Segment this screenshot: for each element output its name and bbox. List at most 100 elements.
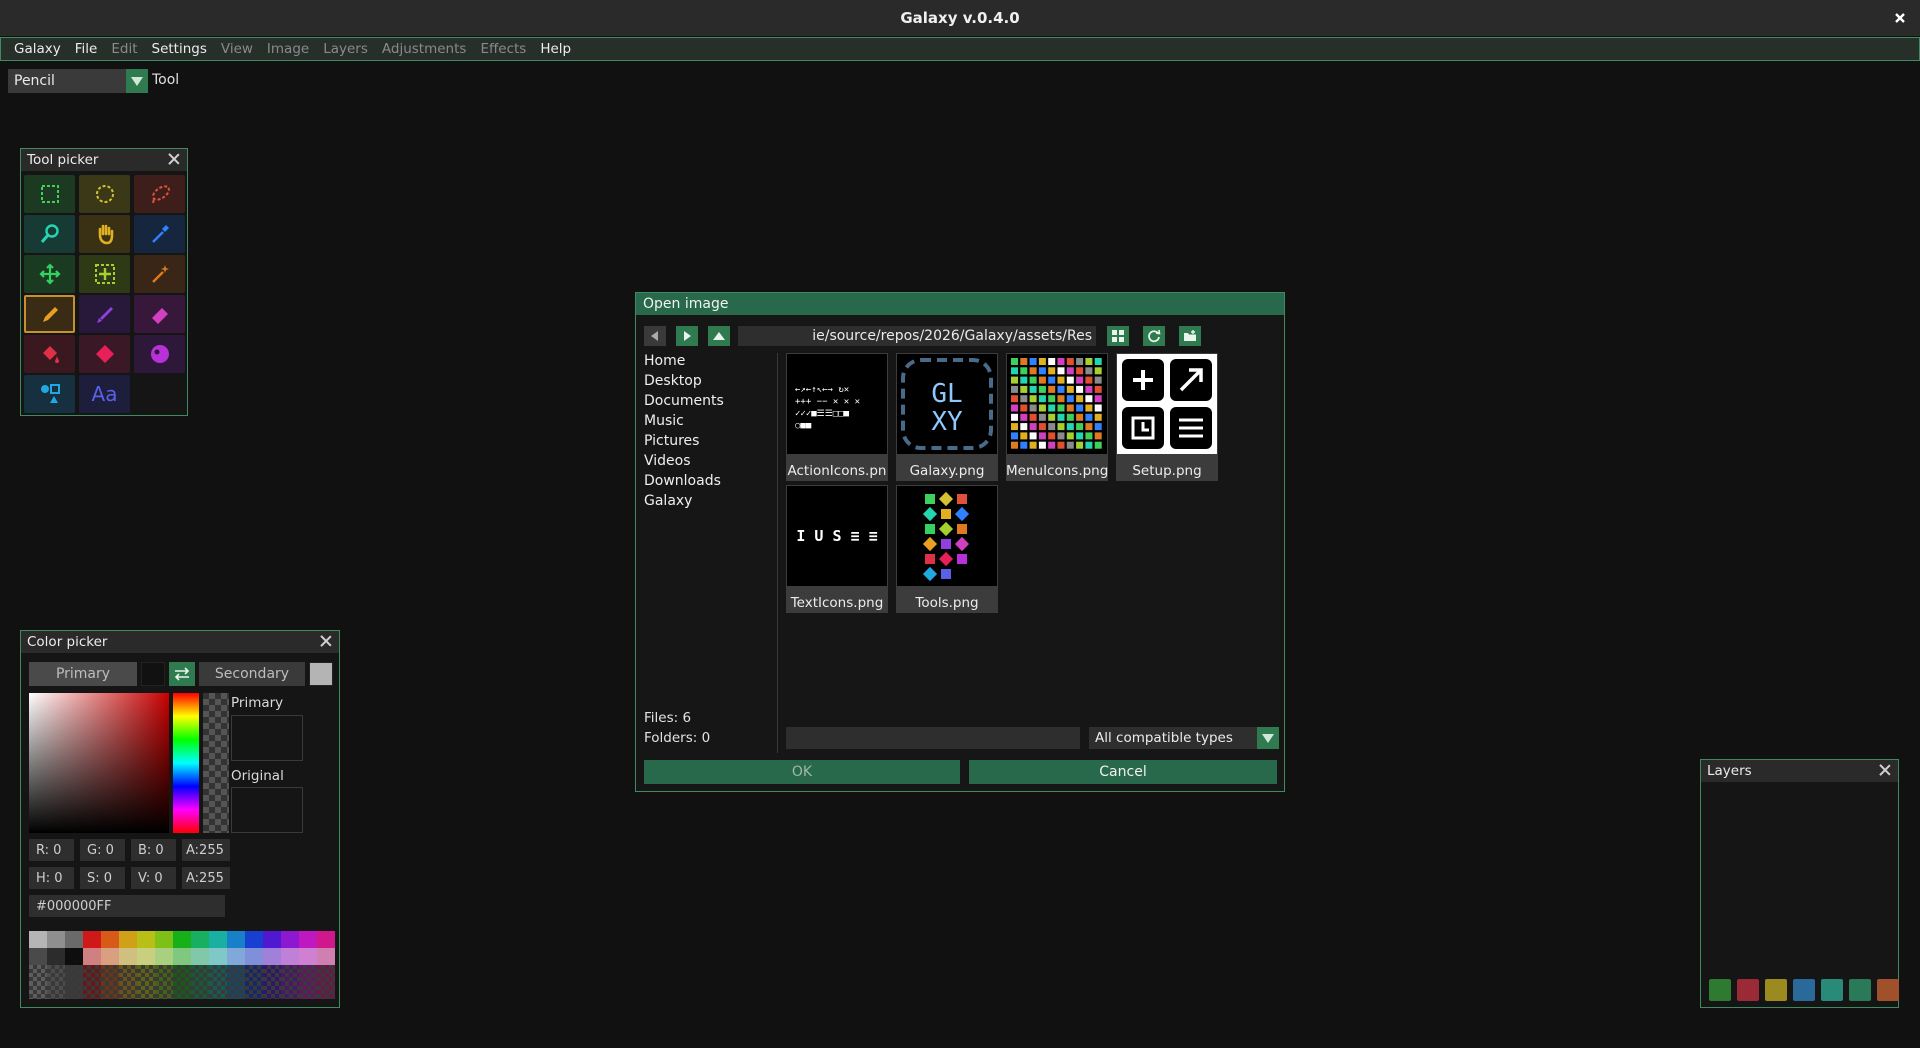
palette-swatch-transparent[interactable] <box>47 965 65 982</box>
palette-swatch[interactable] <box>137 948 155 965</box>
menu-settings[interactable]: Settings <box>145 38 214 60</box>
palette-swatch[interactable] <box>155 948 173 965</box>
palette-swatch-transparent[interactable] <box>191 982 209 999</box>
palette-swatch-transparent[interactable] <box>65 982 83 999</box>
saturation-field[interactable]: S: 0 <box>80 867 125 889</box>
palette-swatch-transparent[interactable] <box>29 965 47 982</box>
palette-swatch[interactable] <box>173 931 191 948</box>
palette-swatch-transparent[interactable] <box>119 982 137 999</box>
parent-folder-button[interactable] <box>708 326 730 346</box>
palette-swatch-transparent[interactable] <box>137 965 155 982</box>
palette-swatch-transparent[interactable] <box>209 965 227 982</box>
green-field[interactable]: G: 0 <box>80 839 125 861</box>
palette-swatch[interactable] <box>281 948 299 965</box>
tool-rectangle-select-button[interactable] <box>24 175 75 213</box>
palette-swatch[interactable] <box>47 948 65 965</box>
primary-color-button[interactable]: Primary <box>29 662 137 686</box>
palette-swatch-transparent[interactable] <box>263 982 281 999</box>
place-music[interactable]: Music <box>644 411 724 431</box>
alpha-field[interactable]: A:255 <box>182 839 230 861</box>
palette-swatch[interactable] <box>191 948 209 965</box>
file-tile[interactable]: B I U S ≡ ≡ ≡ TextIcons.png <box>786 485 888 613</box>
place-desktop[interactable]: Desktop <box>644 371 724 391</box>
palette-swatch-transparent[interactable] <box>83 982 101 999</box>
palette-swatch-transparent[interactable] <box>155 965 173 982</box>
palette-swatch-transparent[interactable] <box>83 965 101 982</box>
menu-help[interactable]: Help <box>533 38 578 60</box>
tool-fill-button[interactable] <box>24 335 75 373</box>
palette-swatch[interactable] <box>245 931 263 948</box>
menu-edit[interactable]: Edit <box>104 38 144 60</box>
palette-swatch[interactable] <box>65 931 83 948</box>
close-icon[interactable] <box>1878 763 1892 777</box>
place-galaxy[interactable]: Galaxy <box>644 491 724 511</box>
menu-image[interactable]: Image <box>260 38 316 60</box>
palette-swatch[interactable] <box>29 931 47 948</box>
palette-swatch[interactable] <box>173 948 191 965</box>
palette-swatch-transparent[interactable] <box>281 982 299 999</box>
palette-swatch-transparent[interactable] <box>245 982 263 999</box>
palette-swatch[interactable] <box>65 948 83 965</box>
tool-zoom-button[interactable] <box>24 215 75 253</box>
tool-brush-button[interactable] <box>79 295 130 333</box>
place-documents[interactable]: Documents <box>644 391 724 411</box>
forward-button[interactable] <box>676 326 698 346</box>
tool-color-picker-button[interactable] <box>134 215 185 253</box>
palette-swatch[interactable] <box>101 948 119 965</box>
file-tile[interactable]: ←↗←↑↖←→ ↻✕ +++ −− ✕ ✕ ✕ ✓✓✓■☰☰□□■ ○■■ Action… <box>786 353 888 481</box>
merge-layer-icon[interactable] <box>1849 979 1871 1001</box>
tool-move-button[interactable] <box>24 255 75 293</box>
palette-swatch-transparent[interactable] <box>245 965 263 982</box>
menu-effects[interactable]: Effects <box>473 38 533 60</box>
palette-swatch[interactable] <box>317 948 335 965</box>
hex-input[interactable]: #000000FF <box>29 895 225 917</box>
alpha-slider[interactable] <box>203 693 229 833</box>
file-tile[interactable]: GL XY Galaxy.png <box>896 353 998 481</box>
tool-pan-button[interactable] <box>79 215 130 253</box>
palette-swatch-transparent[interactable] <box>101 982 119 999</box>
chevron-down-icon[interactable] <box>1257 727 1279 749</box>
file-tile[interactable]: MenuIcons.png <box>1006 353 1108 481</box>
palette-swatch-transparent[interactable] <box>137 982 155 999</box>
secondary-color-swatch[interactable] <box>309 662 333 686</box>
palette-swatch[interactable] <box>209 948 227 965</box>
close-window-button[interactable] <box>1890 8 1910 28</box>
ok-button[interactable]: OK <box>644 760 960 784</box>
file-tile[interactable]: Tools.png <box>896 485 998 613</box>
palette-swatch[interactable] <box>263 948 281 965</box>
hue-slider[interactable] <box>173 693 199 833</box>
palette-swatch-transparent[interactable] <box>317 982 335 999</box>
add-layer-icon[interactable] <box>1709 979 1731 1001</box>
tool-pencil-button[interactable] <box>24 295 75 333</box>
palette-swatch[interactable] <box>83 948 101 965</box>
duplicate-layer-icon[interactable] <box>1765 979 1787 1001</box>
palette-swatch[interactable] <box>299 948 317 965</box>
palette-swatch-transparent[interactable] <box>227 965 245 982</box>
palette-swatch[interactable] <box>137 931 155 948</box>
palette-swatch-transparent[interactable] <box>317 965 335 982</box>
palette-swatch-transparent[interactable] <box>173 982 191 999</box>
palette-swatch[interactable] <box>263 931 281 948</box>
tool-shapes-button[interactable] <box>24 375 75 413</box>
palette-swatch[interactable] <box>245 948 263 965</box>
palette-swatch-transparent[interactable] <box>65 965 83 982</box>
palette-swatch-transparent[interactable] <box>209 982 227 999</box>
palette-swatch-transparent[interactable] <box>155 982 173 999</box>
alpha-field-hsv[interactable]: A:255 <box>182 867 230 889</box>
filename-input[interactable] <box>786 727 1080 749</box>
palette-swatch[interactable] <box>119 931 137 948</box>
palette-swatch[interactable] <box>83 931 101 948</box>
palette-swatch-transparent[interactable] <box>191 965 209 982</box>
chevron-down-icon[interactable] <box>126 69 148 93</box>
palette-swatch[interactable] <box>155 931 173 948</box>
place-pictures[interactable]: Pictures <box>644 431 724 451</box>
palette-swatch-transparent[interactable] <box>281 965 299 982</box>
tool-eraser-button[interactable] <box>134 295 185 333</box>
menu-layers[interactable]: Layers <box>316 38 375 60</box>
palette-swatch[interactable] <box>317 931 335 948</box>
red-field[interactable]: R: 0 <box>29 839 74 861</box>
tool-dropdown[interactable]: Pencil <box>8 69 148 93</box>
place-videos[interactable]: Videos <box>644 451 724 471</box>
palette-swatch-transparent[interactable] <box>29 982 47 999</box>
close-icon[interactable] <box>167 152 181 166</box>
